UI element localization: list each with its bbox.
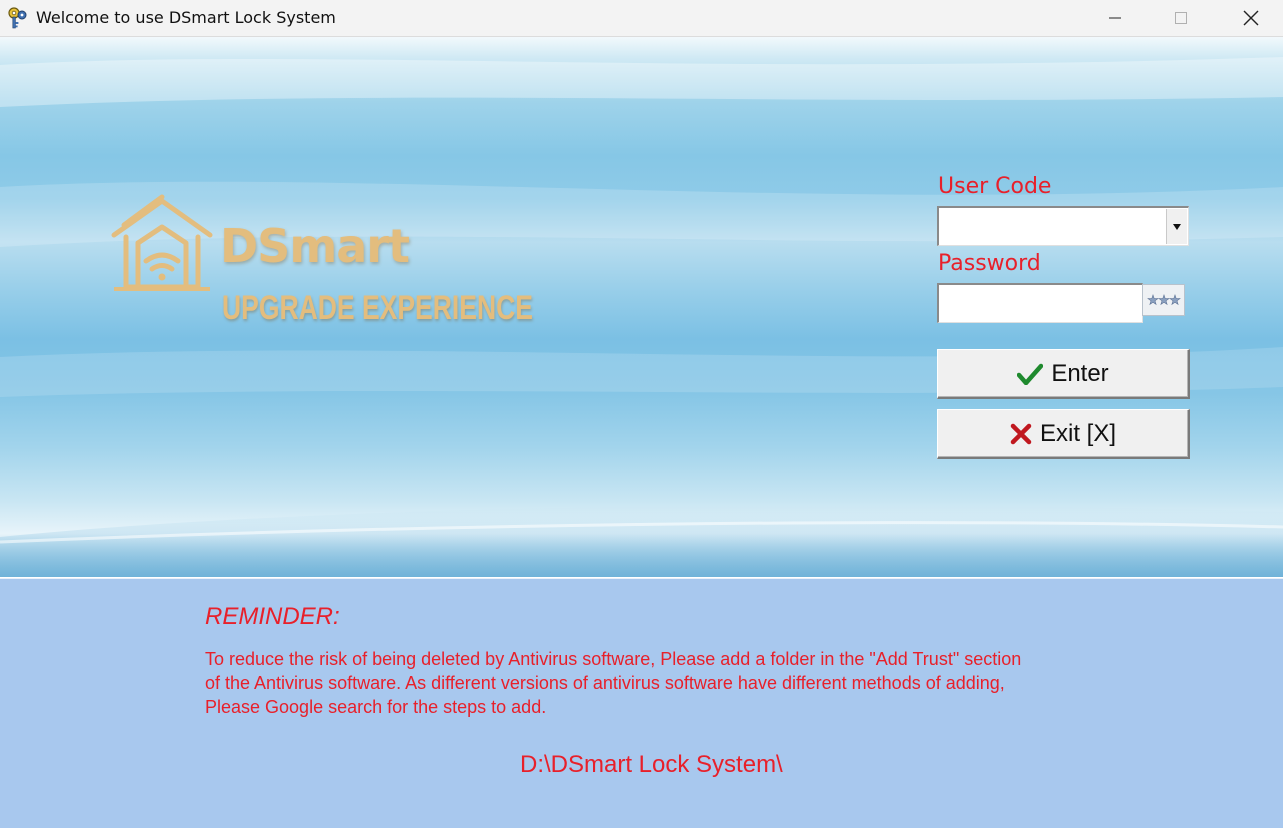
close-icon	[1243, 10, 1259, 26]
asterisks-icon	[1146, 294, 1181, 306]
exit-button-label: Exit [X]	[1039, 419, 1117, 447]
reminder-panel: REMINDER: To reduce the risk of being de…	[0, 578, 1283, 828]
reminder-line: of the Antivirus software. As different …	[205, 673, 1005, 693]
login-window: Welcome to use DSmart Lock System DSmart…	[0, 0, 1283, 828]
install-path: D:\DSmart Lock System\	[520, 751, 783, 778]
key-icon	[6, 6, 30, 30]
reminder-text: To reduce the risk of being deleted by A…	[205, 647, 1125, 719]
user-code-dropdown-button[interactable]	[1166, 209, 1187, 244]
brand-tagline: UPGRADE EXPERIENCE	[222, 289, 533, 327]
maximize-button[interactable]	[1146, 0, 1216, 36]
maximize-icon	[1175, 12, 1187, 24]
close-button[interactable]	[1216, 0, 1283, 36]
password-visibility-button[interactable]	[1142, 284, 1185, 316]
enter-button[interactable]: Enter	[937, 349, 1190, 399]
password-label: Password	[938, 251, 1041, 276]
password-field[interactable]	[937, 283, 1143, 323]
enter-button-label: Enter	[1051, 359, 1109, 387]
reminder-line: Please Google search for the steps to ad…	[205, 697, 547, 717]
minimize-icon	[1109, 17, 1121, 19]
dropdown-arrow-icon	[1173, 223, 1181, 230]
user-code-label: User Code	[938, 174, 1052, 199]
brand-name: DSmart	[220, 219, 410, 273]
reminder-title: REMINDER:	[205, 603, 340, 630]
minimize-button[interactable]	[1080, 0, 1150, 36]
checkmark-icon	[1017, 363, 1044, 385]
window-title: Welcome to use DSmart Lock System	[36, 8, 336, 27]
reminder-line: To reduce the risk of being deleted by A…	[205, 649, 1022, 669]
x-mark-icon	[1010, 423, 1032, 445]
exit-button[interactable]: Exit [X]	[937, 409, 1190, 459]
brand-logo: DSmart UPGRADE EXPERIENCE	[110, 194, 533, 337]
smart-home-wifi-icon	[111, 194, 213, 291]
title-bar[interactable]: Welcome to use DSmart Lock System	[0, 0, 1283, 37]
user-code-combobox[interactable]	[937, 206, 1189, 246]
